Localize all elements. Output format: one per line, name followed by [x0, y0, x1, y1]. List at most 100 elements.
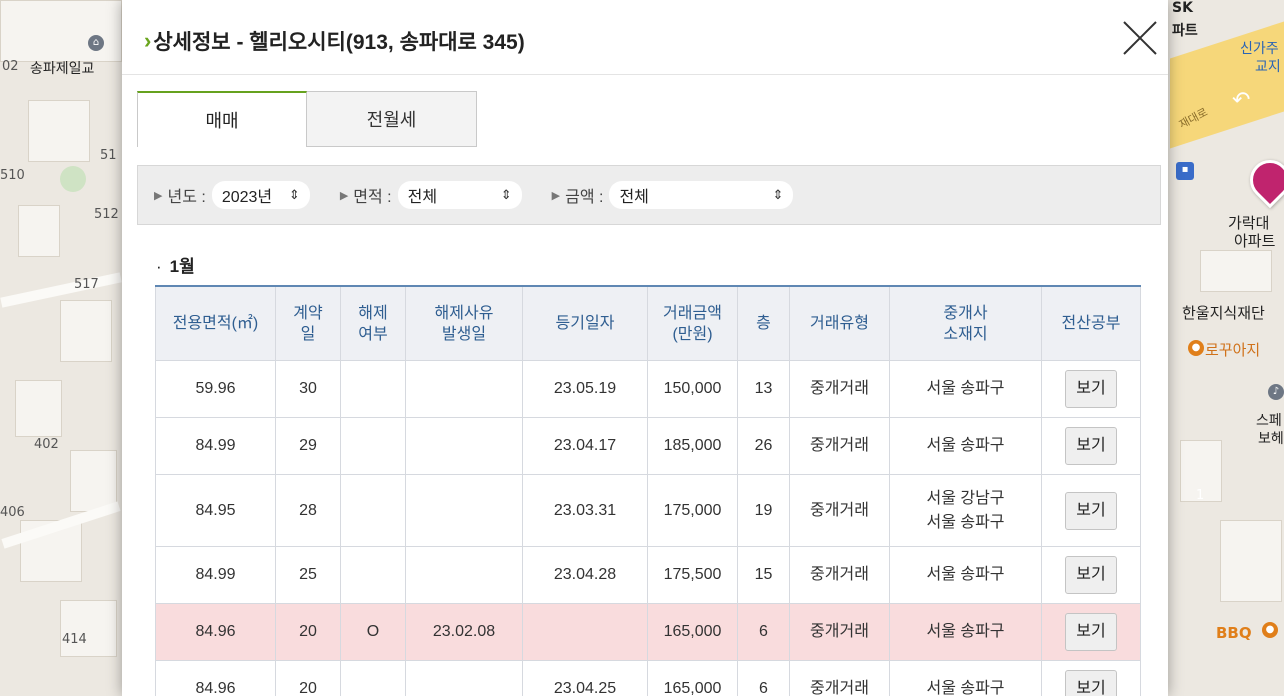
- cell-price: 175,500: [647, 546, 738, 604]
- map-block: [1200, 250, 1272, 292]
- cell-day: 28: [275, 474, 341, 547]
- cell-area: 84.96: [155, 603, 276, 661]
- map-label: 보헤: [1258, 431, 1284, 447]
- view-record-button[interactable]: 보기: [1065, 491, 1117, 530]
- map-block: [28, 100, 90, 162]
- map-number: 1: [1196, 488, 1205, 503]
- modal-title: › 상세정보 - 헬리오시티(913, 송파대로 345): [144, 26, 525, 56]
- column-header: 등기일자: [522, 285, 648, 361]
- cell-type: 중개거래: [789, 546, 890, 604]
- u-turn-icon: ↶: [1232, 88, 1251, 113]
- cell-reg-date: 23.04.25: [522, 660, 648, 696]
- map-block: [0, 0, 122, 62]
- cell-price: 185,000: [647, 417, 738, 475]
- building-icon: ⌂: [88, 35, 104, 51]
- cell-agent: 서울 송파구: [889, 660, 1042, 696]
- cell-area: 84.99: [155, 546, 276, 604]
- cell-price: 175,000: [647, 474, 738, 547]
- cell-reg-date: [522, 603, 648, 661]
- cell-day: 20: [275, 660, 341, 696]
- map-number: 406: [0, 505, 25, 520]
- view-record-button[interactable]: 보기: [1065, 670, 1117, 696]
- cell-type: 중개거래: [789, 603, 890, 661]
- area-select[interactable]: 전체 ⇕: [397, 181, 522, 209]
- cell-agent: 서울 송파구: [889, 603, 1042, 661]
- map-label: 아파트: [1234, 232, 1276, 250]
- cell-cancel-date: 23.02.08: [405, 603, 523, 661]
- cell-reg-date: 23.05.19: [522, 360, 648, 418]
- tab-rent[interactable]: 전월세: [307, 91, 477, 147]
- cell-cancel: [340, 660, 406, 696]
- cell-area: 84.95: [155, 474, 276, 547]
- cell-record: 보기: [1041, 474, 1141, 547]
- map-number: 414: [62, 632, 87, 647]
- transactions-table-container[interactable]: 전용면적(㎡) 계약 일 해제 여부 해제사유 발생일 등기일자 거래금액 (만원) 층 거래유형 중개…: [155, 285, 1141, 696]
- map-label: 송파제일교: [30, 61, 95, 77]
- map-block: [15, 380, 62, 437]
- column-header: 중개사 소재지: [889, 285, 1042, 361]
- view-record-button[interactable]: 보기: [1065, 370, 1117, 408]
- cell-record: 보기: [1041, 546, 1141, 604]
- map-block: [60, 300, 112, 362]
- chevron-updown-icon: ⇕: [288, 187, 300, 202]
- column-header: 전산공부: [1041, 285, 1141, 361]
- price-select[interactable]: 전체 ⇕: [609, 181, 794, 209]
- cell-record: 보기: [1041, 360, 1141, 418]
- cell-floor: 6: [737, 660, 790, 696]
- map-label: SK: [1172, 0, 1193, 16]
- bus-stop-icon: ▪: [1176, 162, 1194, 180]
- map-label: 로꾸아지: [1205, 341, 1261, 359]
- year-select[interactable]: 2023년 ⇕: [211, 181, 310, 209]
- map-block: [60, 600, 117, 657]
- view-record-button[interactable]: 보기: [1065, 613, 1117, 651]
- cell-floor: 13: [737, 360, 790, 418]
- cell-cancel: [340, 474, 406, 547]
- cell-cancel: [340, 546, 406, 604]
- cell-cancel: [340, 360, 406, 418]
- close-icon: [1123, 21, 1157, 55]
- table-row: 84.99 29 23.04.17 185,000 26 중개거래 서울 송파구 보기: [155, 417, 1141, 475]
- filter-label: 년도 :: [167, 189, 206, 206]
- cell-cancel: [340, 417, 406, 475]
- cell-day: 20: [275, 603, 341, 661]
- cell-day: 29: [275, 417, 341, 475]
- cell-area: 84.99: [155, 417, 276, 475]
- cell-reg-date: 23.03.31: [522, 474, 648, 547]
- cell-cancel-date: [405, 474, 523, 547]
- view-record-button[interactable]: 보기: [1065, 556, 1117, 594]
- transactions-table: 전용면적(㎡) 계약 일 해제 여부 해제사유 발생일 등기일자 거래금액 (만원) 층 거래유형 중개…: [155, 285, 1141, 696]
- cell-floor: 19: [737, 474, 790, 547]
- music-icon: ♪: [1268, 384, 1284, 400]
- apartment-pin-icon[interactable]: [1241, 151, 1284, 209]
- chevron-right-icon: ›: [144, 28, 152, 53]
- cell-type: 중개거래: [789, 660, 890, 696]
- map-block: [18, 205, 60, 257]
- map-number: 02: [2, 59, 19, 74]
- cell-reg-date: 23.04.28: [522, 546, 648, 604]
- restaurant-icon: ●: [1188, 340, 1204, 356]
- cell-cancel: O: [340, 603, 406, 661]
- cell-reg-date: 23.04.17: [522, 417, 648, 475]
- bullet: ·: [156, 257, 162, 276]
- map-label: BBQ: [1216, 624, 1252, 642]
- column-header: 전용면적(㎡): [155, 285, 276, 361]
- view-record-button[interactable]: 보기: [1065, 427, 1117, 465]
- cell-price: 165,000: [647, 603, 738, 661]
- cell-record: 보기: [1041, 603, 1141, 661]
- column-header: 거래유형: [789, 285, 890, 361]
- area-filter: ▶ 면적 : 전체 ⇕: [340, 181, 522, 209]
- tab-sale[interactable]: 매매: [137, 91, 307, 147]
- filter-label: 면적 :: [353, 189, 392, 206]
- cell-agent: 서울 강남구 서울 송파구: [889, 474, 1042, 547]
- close-button[interactable]: [1120, 18, 1160, 58]
- cell-floor: 6: [737, 603, 790, 661]
- year-filter: ▶ 년도 : 2023년 ⇕: [154, 181, 310, 209]
- cell-price: 165,000: [647, 660, 738, 696]
- cell-agent: 서울 송파구: [889, 360, 1042, 418]
- chevron-updown-icon: ⇕: [500, 187, 512, 202]
- table-header-row: 전용면적(㎡) 계약 일 해제 여부 해제사유 발생일 등기일자 거래금액 (만원) 층 거래유형 중개…: [155, 285, 1141, 361]
- map-park: [60, 166, 86, 192]
- map-label: 신가주: [1240, 41, 1279, 57]
- cell-agent: 서울 송파구: [889, 417, 1042, 475]
- cell-type: 중개거래: [789, 474, 890, 547]
